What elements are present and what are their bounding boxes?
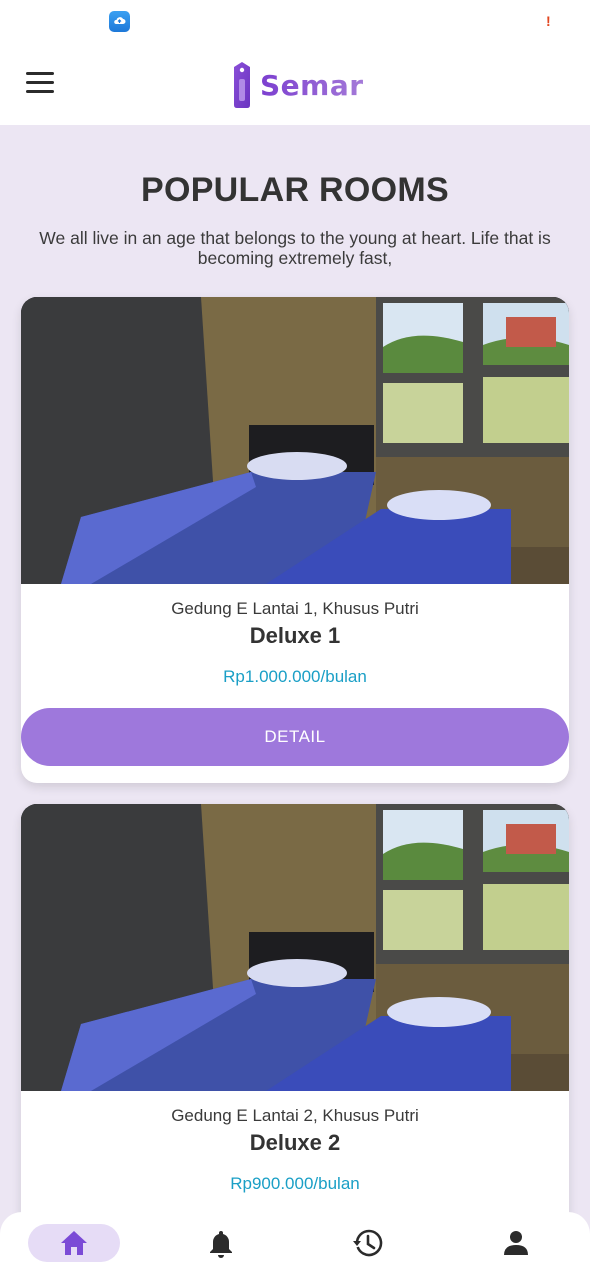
room-name: Deluxe 2: [249, 1130, 341, 1155]
status-bar: !: [0, 0, 590, 44]
cloud-app-icon: [109, 11, 130, 32]
room-photo: [21, 804, 569, 1091]
history-icon: [353, 1229, 383, 1257]
detail-button[interactable]: DETAIL: [21, 708, 569, 766]
room-price: Rp1.000.000/bulan: [223, 667, 367, 686]
nav-notifications[interactable]: [175, 1224, 267, 1262]
nav-home[interactable]: [28, 1224, 120, 1262]
main-content: POPULAR ROOMS We all live in an age that…: [0, 125, 590, 1225]
logo-mark-icon: [230, 61, 254, 109]
room-photo: [21, 297, 569, 584]
room-card: Gedung E Lantai 2, Khusus Putri Deluxe 2…: [21, 804, 569, 1225]
room-name: Deluxe 1: [249, 623, 341, 648]
hamburger-menu-icon[interactable]: [26, 72, 54, 94]
room-location: Gedung E Lantai 1, Khusus Putri: [171, 599, 419, 618]
page-title: POPULAR ROOMS: [140, 171, 450, 209]
alert-icon: !: [546, 13, 551, 29]
app-bar: Semar: [0, 44, 590, 125]
bell-icon: [210, 1231, 232, 1258]
bottom-navigation: [0, 1212, 590, 1280]
brand-name: Semar: [260, 68, 364, 102]
semar-logo: Semar: [230, 60, 364, 110]
nav-profile[interactable]: [470, 1224, 562, 1262]
person-icon: [504, 1231, 528, 1255]
page-subtitle: We all live in an age that belongs to th…: [39, 228, 551, 268]
room-location: Gedung E Lantai 2, Khusus Putri: [171, 1106, 419, 1125]
room-price: Rp900.000/bulan: [230, 1174, 360, 1193]
room-card: Gedung E Lantai 1, Khusus Putri Deluxe 1…: [21, 297, 569, 783]
home-icon: [61, 1231, 87, 1255]
nav-history[interactable]: [322, 1224, 414, 1262]
